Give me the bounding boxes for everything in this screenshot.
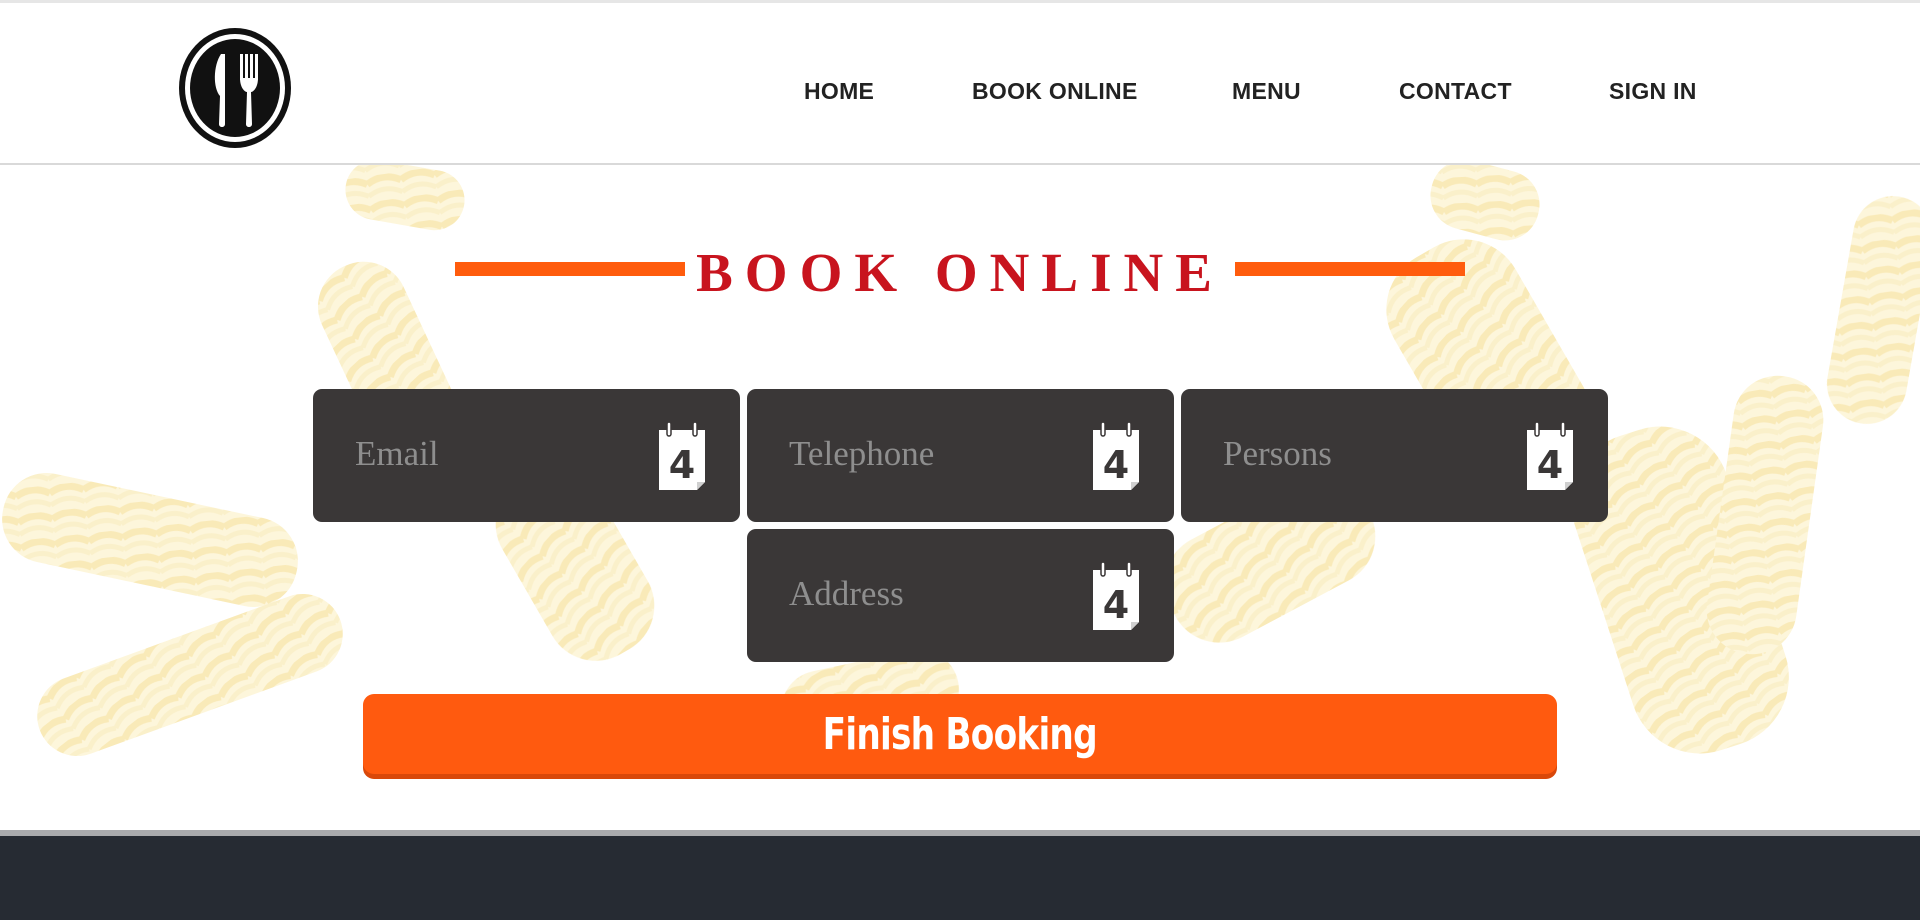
calendar-icon[interactable]: 4 (1091, 562, 1141, 630)
title-divider-left (455, 262, 685, 276)
calendar-icon[interactable]: 4 (657, 422, 707, 490)
telephone-input[interactable] (789, 429, 1079, 479)
page-title-block: BOOK ONLINE (0, 243, 1920, 313)
site-footer (0, 830, 1920, 920)
email-field[interactable]: 4 (313, 389, 740, 522)
footer-top-border (0, 830, 1920, 836)
calendar-icon[interactable]: 4 (1525, 422, 1575, 490)
telephone-field[interactable]: 4 (747, 389, 1174, 522)
nav-menu[interactable]: MENU (1232, 78, 1301, 105)
calendar-icon-digit: 4 (1103, 443, 1129, 487)
nav-home[interactable]: HOME (804, 78, 874, 105)
persons-field[interactable]: 4 (1181, 389, 1608, 522)
calendar-icon-digit: 4 (1103, 583, 1129, 627)
calendar-icon-digit: 4 (1537, 443, 1563, 487)
title-divider-right (1235, 262, 1465, 276)
finish-booking-button[interactable]: Finish Booking (363, 694, 1557, 774)
nav-sign-in[interactable]: SIGN IN (1609, 78, 1697, 105)
main-nav: HOME BOOK ONLINE MENU CONTACT SIGN IN (0, 78, 1920, 118)
calendar-icon[interactable]: 4 (1091, 422, 1141, 490)
address-input[interactable] (789, 569, 1079, 619)
nav-book-online[interactable]: BOOK ONLINE (972, 78, 1138, 105)
site-header: HOME BOOK ONLINE MENU CONTACT SIGN IN (0, 3, 1920, 165)
address-field[interactable]: 4 (747, 529, 1174, 662)
finish-booking-label: Finish Booking (822, 708, 1098, 760)
calendar-icon-digit: 4 (669, 443, 695, 487)
page-title: BOOK ONLINE (696, 242, 1224, 303)
email-input[interactable] (355, 429, 645, 479)
persons-input[interactable] (1223, 429, 1513, 479)
booking-section: BOOK ONLINE 4 4 4 (0, 165, 1920, 830)
nav-contact[interactable]: CONTACT (1399, 78, 1512, 105)
